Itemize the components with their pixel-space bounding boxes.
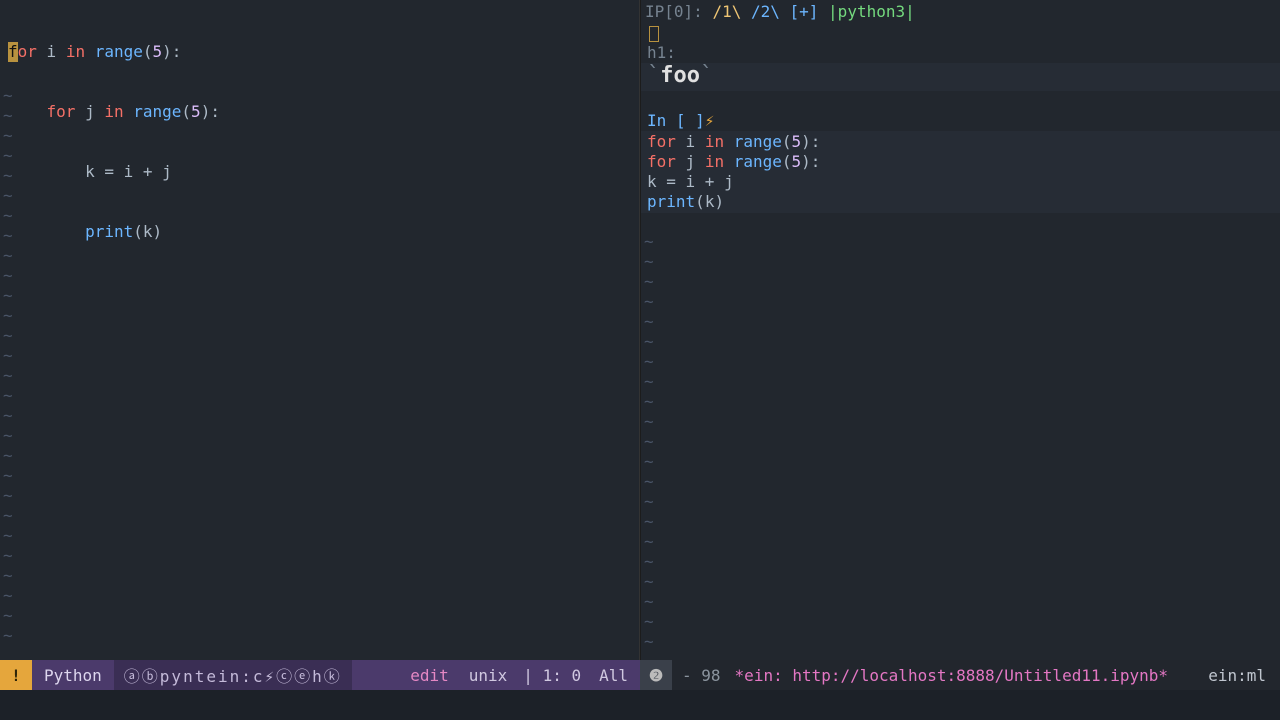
in-prompt-line: In [ ]⚡ <box>647 111 1274 131</box>
worksheet-add-tab[interactable]: [+] <box>780 2 828 21</box>
code-line-2: for j in range(5): <box>8 102 631 122</box>
left-pane[interactable]: for i in range(5): for j in range(5): k … <box>0 0 640 660</box>
window-number-badge: ❷ <box>640 660 672 690</box>
notebook-body[interactable]: h1: `foo` In [ ]⚡ for i in range(5): for… <box>641 23 1280 213</box>
blank-line <box>647 91 1274 111</box>
vim-state-indicator: edit <box>400 666 459 685</box>
minor-modes-segment: ⓐⓑpyntein:c⚡ⓒⓔhⓚ <box>114 660 352 690</box>
empty-cell-cursor-icon <box>649 26 659 42</box>
code-line-1: for i in range(5): <box>8 42 631 62</box>
notebook-tab-header: IP[0]: /1\ /2\ [+] |python3| <box>641 0 1280 23</box>
cell-line-2: for j in range(5): <box>641 152 1280 172</box>
markdown-heading-cell[interactable]: `foo` <box>641 63 1280 91</box>
minibuffer[interactable] <box>0 690 1280 720</box>
code-line-4: print(k) <box>8 222 631 242</box>
worksheet-tab-2[interactable]: /2\ <box>741 2 780 21</box>
left-code-area[interactable]: for i in range(5): for j in range(5): k … <box>0 0 639 284</box>
modeline-row: ! Python ⓐⓑpyntein:c⚡ⓒⓔhⓚ edit unix | 1:… <box>0 660 1280 690</box>
block-cursor: f <box>8 42 18 62</box>
code-line-3: k = i + j <box>8 162 631 182</box>
right-pos-prefix: - 98 <box>672 666 731 685</box>
kernel-indicator: |python3| <box>828 2 915 21</box>
split-panes: for i in range(5): for j in range(5): k … <box>0 0 1280 660</box>
modeline-right: ❷ - 98 *ein: http://localhost:8888/Untit… <box>640 660 1280 690</box>
modeline-left: ! Python ⓐⓑpyntein:c⚡ⓒⓔhⓚ edit unix | 1:… <box>0 660 640 690</box>
cell-marker-blank <box>647 23 1274 43</box>
right-mode-label: ein:ml <box>1194 666 1280 685</box>
cell-line-3: k = i + j <box>641 172 1280 192</box>
code-cell[interactable]: for i in range(5): for j in range(5): k … <box>641 131 1280 213</box>
h1-label-line: h1: <box>647 43 1274 63</box>
right-tilde-column: for(let t=0;t<21;t++)document.write('<di… <box>644 232 654 652</box>
encoding-indicator: unix <box>459 666 518 685</box>
scroll-percent: All <box>587 666 640 685</box>
left-tilde-column: for(let t=0;t<28;t++)document.write('<di… <box>3 86 13 646</box>
right-pane[interactable]: IP[0]: /1\ /2\ [+] |python3| h1: `foo` I… <box>641 0 1280 660</box>
ip-prefix: IP[0]: <box>645 2 712 21</box>
worksheet-tab-1[interactable]: /1\ <box>712 2 741 21</box>
warning-badge-icon: ! <box>0 660 32 690</box>
buffer-name: *ein: http://localhost:8888/Untitled11.i… <box>731 666 1172 685</box>
editor-root: for i in range(5): for j in range(5): k … <box>0 0 1280 720</box>
cell-line-4: print(k) <box>641 192 1280 212</box>
major-mode-label: Python <box>32 666 114 685</box>
cursor-position: | 1: 0 <box>517 666 587 685</box>
lightning-icon: ⚡ <box>705 111 715 130</box>
cell-line-1: for i in range(5): <box>641 132 1280 152</box>
